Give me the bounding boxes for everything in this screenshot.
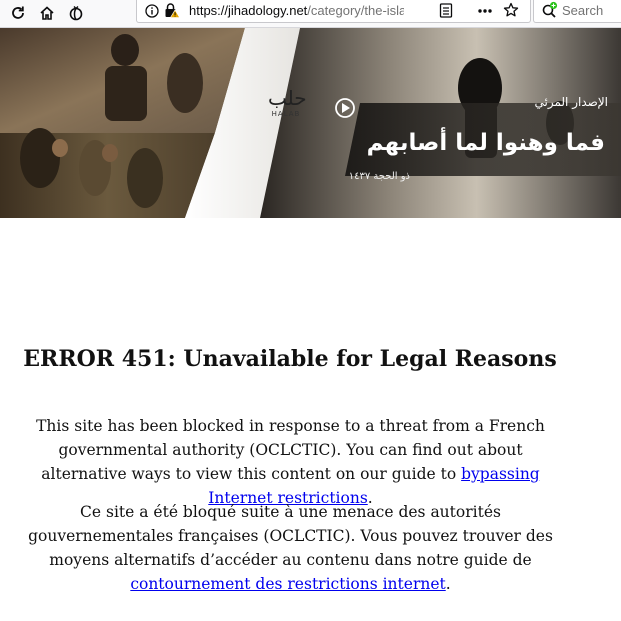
contournement-restrictions-link[interactable]: contournement des restrictions internet bbox=[130, 575, 445, 593]
reload-icon[interactable] bbox=[7, 2, 29, 24]
error-paragraph-english: This site has been blocked in response t… bbox=[18, 414, 563, 510]
logo-latin: HALAB bbox=[271, 110, 301, 118]
search-placeholder: Search bbox=[562, 3, 604, 18]
reader-view-icon[interactable] bbox=[439, 3, 453, 22]
banner-logo: حلب HALAB bbox=[268, 86, 307, 118]
error-title: ERROR 451: Unavailable for Legal Reasons bbox=[23, 346, 557, 372]
search-icon bbox=[541, 1, 559, 23]
error-content: ERROR 451: Unavailable for Legal Reasons… bbox=[0, 218, 621, 621]
url-host: https://jihadology.net bbox=[189, 3, 308, 18]
banner-image bbox=[0, 28, 621, 218]
bookmark-star-icon[interactable] bbox=[503, 2, 519, 22]
logo-arabic: حلب bbox=[268, 86, 307, 110]
info-icon[interactable] bbox=[145, 3, 159, 22]
banner-subtitle: الإصدار المرئي bbox=[534, 95, 609, 109]
insecure-lock-icon[interactable] bbox=[164, 3, 181, 22]
url-path: /category/the-isla bbox=[307, 3, 404, 18]
error-paragraph-french: Ce site a été bloqué suite à une menace … bbox=[18, 500, 563, 596]
banner-date: ذو الحجة ١٤٣٧ bbox=[348, 171, 410, 182]
address-bar[interactable]: https://jihadology.net/category/the-isla bbox=[136, 0, 531, 23]
banner-title: فما وهنوا لما أصابهم bbox=[366, 130, 605, 156]
search-box[interactable]: Search bbox=[533, 0, 621, 23]
extension-icon[interactable] bbox=[65, 2, 87, 24]
page-actions-icon[interactable] bbox=[477, 3, 493, 22]
french-text: Ce site a été bloqué suite à une menace … bbox=[28, 503, 553, 569]
browser-toolbar: https://jihadology.net/category/the-isla… bbox=[0, 0, 621, 28]
site-banner[interactable]: حلب HALAB الإصدار المرئي فما وهنوا لما أ… bbox=[0, 28, 621, 218]
url-text[interactable]: https://jihadology.net/category/the-isla bbox=[189, 3, 404, 18]
french-end: . bbox=[445, 575, 451, 593]
home-icon[interactable] bbox=[36, 2, 58, 24]
